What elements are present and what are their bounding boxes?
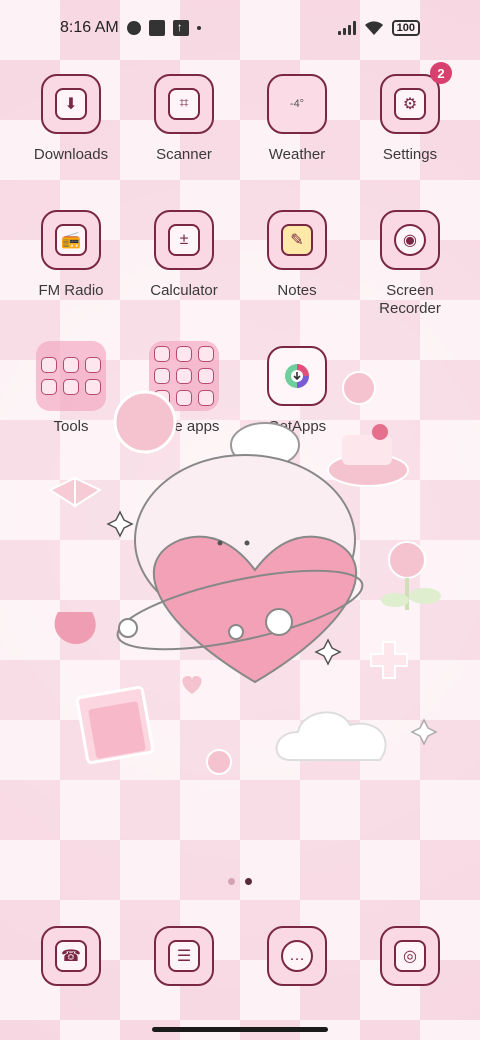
app-notes[interactable]: ✎ Notes xyxy=(241,210,353,300)
app-label: Settings xyxy=(382,146,438,163)
battery-level: 100 xyxy=(396,22,415,34)
app-scanner[interactable]: ⌗ Scanner xyxy=(128,74,240,164)
wallpaper-illustration xyxy=(47,371,441,775)
dock-contacts[interactable]: ☰ xyxy=(128,926,240,986)
app-label: Notes xyxy=(277,282,317,299)
app-settings[interactable]: ⚙ 2 Settings xyxy=(354,62,466,164)
app-label: Calculator xyxy=(150,282,218,299)
page-dot-1[interactable] xyxy=(228,878,235,885)
settings-icon: ⚙ 2 xyxy=(380,62,452,134)
notification-badge: 2 xyxy=(430,62,452,84)
contacts-icon: ☰ xyxy=(154,926,214,986)
weather-icon: -4° xyxy=(267,74,327,134)
app-fm-radio[interactable]: 📻 FM Radio xyxy=(15,210,127,300)
home-indicator[interactable] xyxy=(152,1027,328,1032)
app-label: Downloads xyxy=(33,146,109,163)
camera-icon: ◎ xyxy=(380,926,440,986)
notification-square-icon xyxy=(148,20,165,36)
messages-icon: … xyxy=(267,926,327,986)
screen-recorder-icon: ◉ xyxy=(380,210,440,270)
more-notifications-dot-icon xyxy=(196,26,201,30)
app-label: FM Radio xyxy=(38,282,104,299)
app-weather[interactable]: -4° Weather xyxy=(241,74,353,164)
clock: 8:16 AM xyxy=(60,19,119,36)
app-notification-icon xyxy=(126,21,141,35)
dock-phone[interactable]: ☎ xyxy=(15,926,127,986)
app-label: Scanner xyxy=(156,146,212,163)
dock-messages[interactable]: … xyxy=(241,926,353,986)
scanner-icon: ⌗ xyxy=(154,74,214,134)
app-calculator[interactable]: ± Calculator xyxy=(128,210,240,300)
page-dot-2-active[interactable] xyxy=(245,878,252,885)
app-label: Weather xyxy=(268,146,326,163)
page-indicator[interactable] xyxy=(0,878,480,885)
app-screen-recorder[interactable]: ◉ Screen Recorder xyxy=(354,210,466,318)
app-downloads[interactable]: ⬇ Downloads xyxy=(15,74,127,164)
app-label: Screen Recorder xyxy=(379,282,441,317)
dock-camera[interactable]: ◎ xyxy=(354,926,466,986)
signal-icon xyxy=(337,21,356,35)
wifi-icon xyxy=(364,21,383,35)
downloads-icon: ⬇ xyxy=(41,74,101,134)
radio-icon: 📻 xyxy=(41,210,101,270)
phone-icon: ☎ xyxy=(41,926,101,986)
status-bar: 8:16 AM 100 xyxy=(0,0,480,56)
notes-icon: ✎ xyxy=(267,210,327,270)
upload-icon xyxy=(172,20,189,36)
battery-icon: 100 xyxy=(391,20,420,36)
calculator-icon: ± xyxy=(154,210,214,270)
